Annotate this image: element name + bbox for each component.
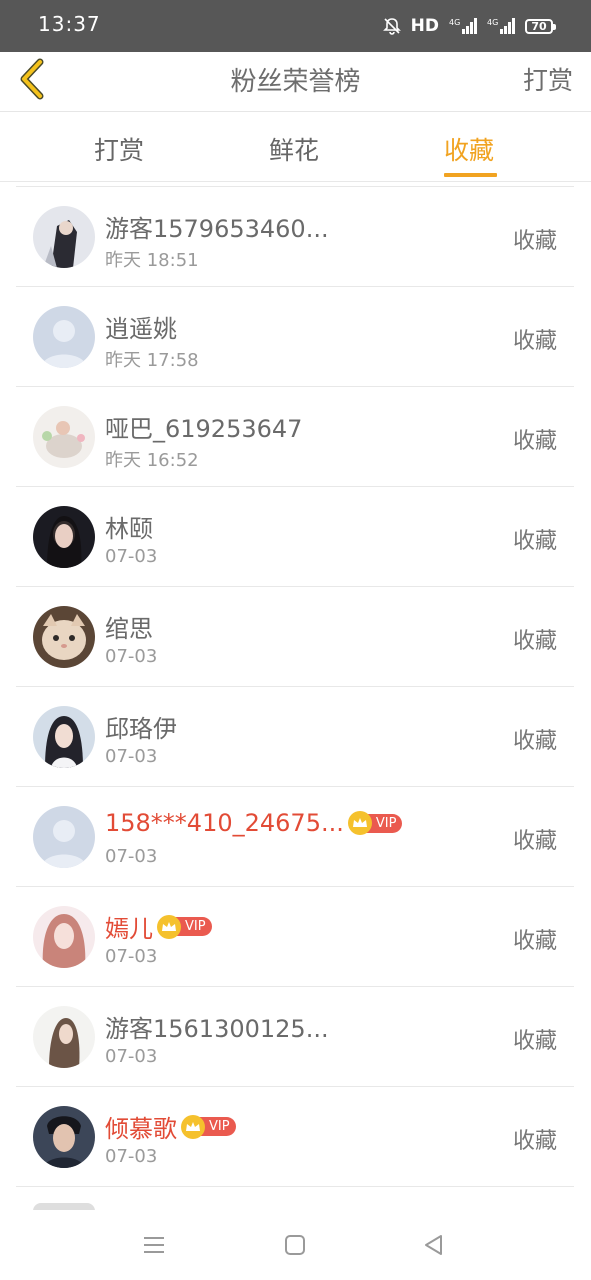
tab-flowers[interactable]: 鲜花 (269, 131, 319, 167)
tab-favorites[interactable]: 收藏 (444, 131, 494, 167)
user-name: 游客1561300125... (105, 1015, 329, 1043)
status-icons: HD 4G 4G 70 (382, 13, 556, 39)
favorite-label: 收藏 (512, 1029, 557, 1054)
favorite-label: 收藏 (512, 429, 557, 454)
user-name: 嫣儿 (105, 915, 153, 943)
tab-reward[interactable]: 打赏 (94, 131, 144, 167)
favorite-label: 收藏 (512, 229, 557, 254)
system-nav-bar (0, 1210, 591, 1280)
avatar (33, 406, 95, 468)
avatar (33, 706, 95, 768)
timestamp: 07-03 (105, 846, 158, 867)
timestamp: 昨天 17:58 (105, 350, 199, 371)
svg-text:4G: 4G (449, 18, 460, 27)
vip-badge: VIP (157, 914, 212, 939)
favorite-label: 收藏 (512, 929, 557, 954)
signal-icon: 4G (449, 18, 477, 34)
avatar (33, 906, 95, 968)
user-name: 邱珞伊 (105, 715, 177, 743)
list-item[interactable]: 游客1561300125... 07-03 收藏 (16, 987, 574, 1087)
list-item[interactable]: 158***410_24675... VIP 07-03 收藏 (16, 787, 574, 887)
vip-badge: VIP (181, 1114, 236, 1139)
battery-icon: 70 (525, 18, 556, 34)
user-name: 林颐 (105, 515, 153, 543)
timestamp: 07-03 (105, 946, 158, 967)
favorite-label: 收藏 (512, 829, 557, 854)
list-item[interactable]: 游客1579653460... 昨天 18:51 收藏 (16, 187, 574, 287)
list-item[interactable]: 哑巴_619253647 昨天 16:52 收藏 (16, 387, 574, 487)
timestamp: 07-03 (105, 746, 158, 767)
avatar (33, 206, 95, 268)
list-item[interactable]: 嫣儿 VIP 07-03 收藏 (16, 887, 574, 987)
reward-button[interactable]: 打赏 (523, 61, 573, 97)
timestamp: 07-03 (105, 1046, 158, 1067)
user-name: 倾慕歌 (105, 1115, 177, 1143)
fan-list: 游客1579653460... 昨天 18:51 收藏 逍遥姚 昨天 17:58… (16, 186, 574, 1210)
timestamp: 昨天 18:51 (105, 250, 199, 271)
svg-text:4G: 4G (487, 18, 498, 27)
signal-icon-2: 4G (487, 18, 515, 34)
back-triangle-icon[interactable] (421, 1232, 447, 1258)
avatar (33, 1006, 95, 1068)
avatar (33, 1106, 95, 1168)
active-tab-indicator (444, 173, 497, 177)
timestamp: 07-03 (105, 646, 158, 667)
bell-muted-icon (382, 18, 401, 35)
user-name: 158***410_24675... (105, 809, 344, 837)
user-name-vip: 倾慕歌 VIP (105, 1109, 236, 1144)
crown-icon (157, 914, 181, 939)
network-hd-label: HD (410, 16, 439, 36)
timestamp: 07-03 (105, 546, 158, 567)
user-name-vip: 嫣儿 VIP (105, 909, 212, 944)
vip-badge: VIP (347, 811, 403, 835)
status-time: 13:37 (38, 12, 101, 36)
favorite-label: 收藏 (512, 729, 557, 754)
list-item[interactable]: 绾思 07-03 收藏 (16, 587, 574, 687)
crown-icon (181, 1114, 205, 1139)
list-item[interactable]: 逍遥姚 昨天 17:58 收藏 (16, 287, 574, 387)
favorite-label: 收藏 (512, 329, 557, 354)
timestamp: 07-03 (105, 1146, 158, 1167)
avatar (33, 506, 95, 568)
user-name: 逍遥姚 (105, 315, 177, 343)
default-avatar-icon (33, 806, 95, 868)
list-item[interactable]: 邱珞伊 07-03 收藏 (16, 687, 574, 787)
favorite-label: 收藏 (512, 529, 557, 554)
favorite-label: 收藏 (512, 629, 557, 654)
avatar (33, 606, 95, 668)
status-bar: 13:37 HD 4G 4G 70 (0, 0, 591, 52)
user-name: 绾思 (105, 615, 153, 643)
tab-bar: 打赏 鲜花 收藏 (0, 113, 591, 182)
timestamp: 昨天 16:52 (105, 450, 199, 471)
list-item[interactable]: 林颐 07-03 收藏 (16, 487, 574, 587)
user-name: 游客1579653460... (105, 215, 329, 243)
list-item[interactable]: 倾慕歌 VIP 07-03 收藏 (16, 1087, 574, 1187)
header: 粉丝荣誉榜 打赏 (0, 52, 591, 112)
crown-icon (347, 811, 372, 835)
page-title: 粉丝荣誉榜 (230, 67, 361, 97)
menu-icon[interactable] (141, 1232, 167, 1258)
user-name: 哑巴_619253647 (105, 415, 303, 443)
favorite-label: 收藏 (512, 1129, 557, 1154)
home-square-icon[interactable] (282, 1232, 308, 1258)
user-name-vip: 158***410_24675... VIP (105, 809, 403, 837)
default-avatar-icon (33, 306, 95, 368)
